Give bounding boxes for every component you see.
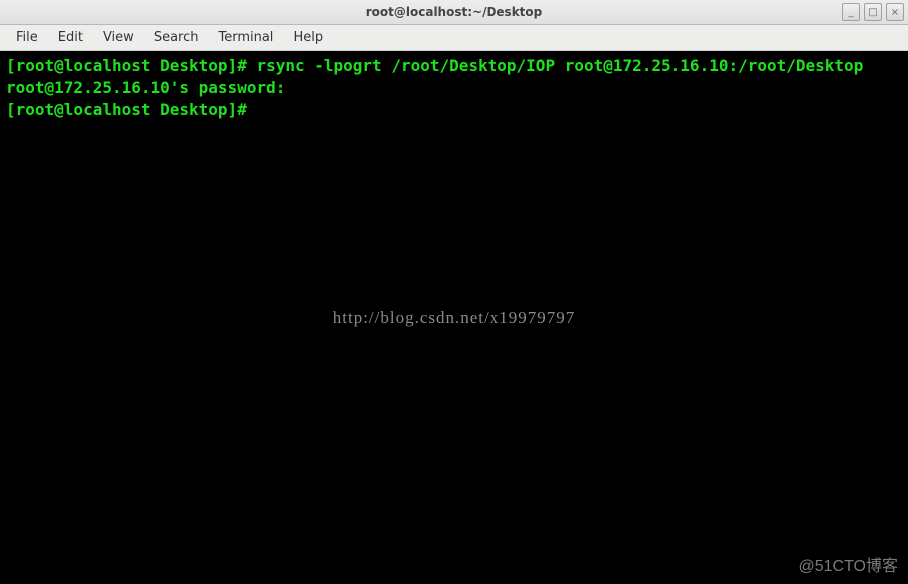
menu-help[interactable]: Help: [283, 27, 333, 48]
watermark-center: http://blog.csdn.net/x19979797: [333, 307, 576, 329]
maximize-button[interactable]: □: [864, 3, 882, 21]
window-controls: _ □ ×: [842, 3, 904, 21]
window-titlebar: root@localhost:~/Desktop _ □ ×: [0, 0, 908, 25]
terminal-area[interactable]: [root@localhost Desktop]# rsync -lpogrt …: [0, 51, 908, 584]
terminal-line-1: [root@localhost Desktop]# rsync -lpogrt …: [6, 56, 863, 75]
menu-view[interactable]: View: [93, 27, 144, 48]
terminal-line-3: [root@localhost Desktop]#: [6, 100, 256, 119]
menu-search[interactable]: Search: [144, 27, 209, 48]
minimize-button[interactable]: _: [842, 3, 860, 21]
menu-edit[interactable]: Edit: [48, 27, 93, 48]
menu-file[interactable]: File: [6, 27, 48, 48]
menu-terminal[interactable]: Terminal: [208, 27, 283, 48]
menubar: File Edit View Search Terminal Help: [0, 25, 908, 51]
watermark-corner: @51CTO博客: [798, 556, 898, 578]
close-button[interactable]: ×: [886, 3, 904, 21]
window-title: root@localhost:~/Desktop: [366, 5, 543, 19]
terminal-line-2: root@172.25.16.10's password:: [6, 78, 285, 97]
